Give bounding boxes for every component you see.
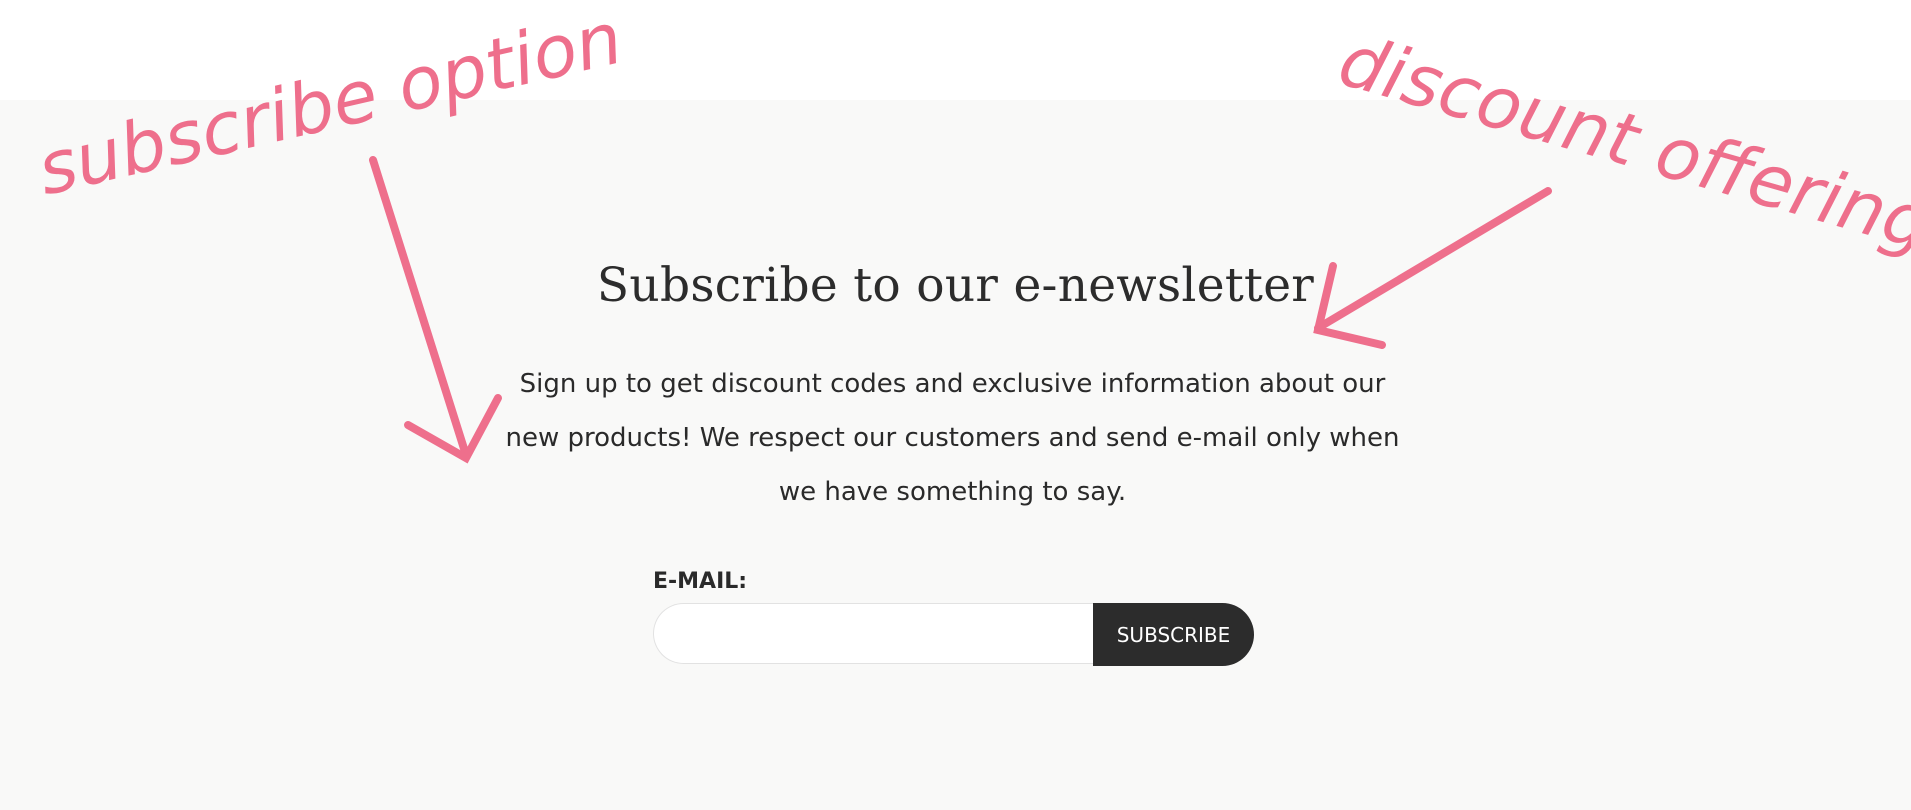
page: Subscribe to our e-newsletter Sign up to… [0, 0, 1911, 810]
email-label: E-MAIL: [653, 569, 748, 594]
newsletter-description: Sign up to get discount codes and exclus… [505, 369, 1400, 507]
email-input[interactable] [653, 603, 1123, 664]
subscribe-button[interactable]: SUBSCRIBE [1093, 603, 1254, 666]
subscribe-form: SUBSCRIBE [653, 603, 1254, 666]
newsletter-title: Subscribe to our e-newsletter [596, 258, 1315, 313]
